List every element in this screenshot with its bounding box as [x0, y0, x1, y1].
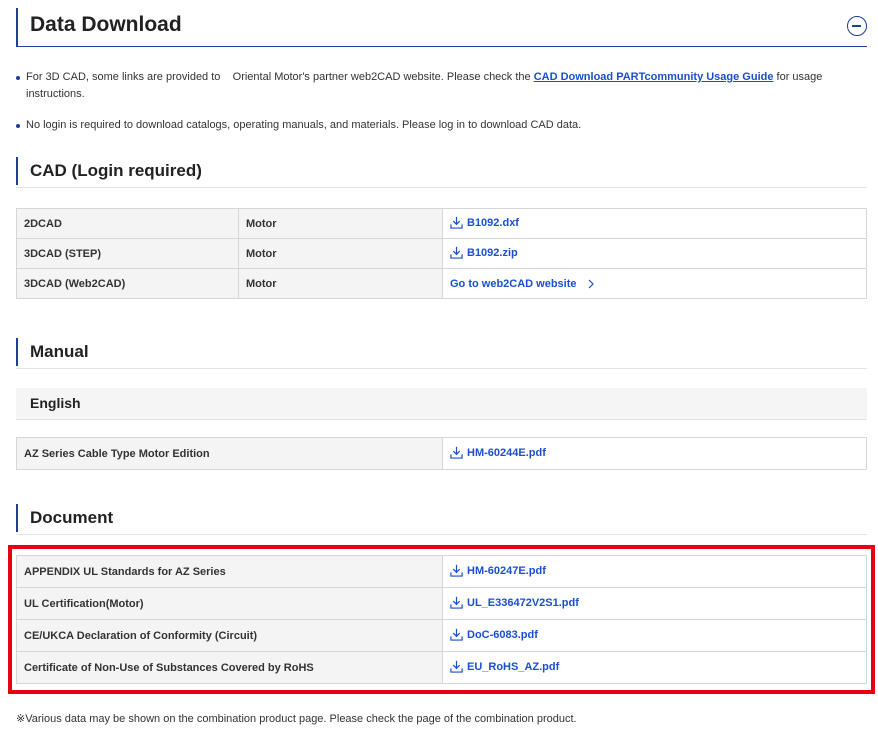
- download-link-label: B1092.zip: [467, 247, 518, 260]
- note-text: No login is required to download catalog…: [26, 119, 582, 131]
- section-accent-bar: [16, 157, 18, 185]
- cad-usage-guide-link[interactable]: CAD Download PARTcommunity Usage Guide: [534, 71, 774, 83]
- cad-type-cell: 3DCAD (Web2CAD): [16, 268, 239, 299]
- manual-section-heading: Manual: [16, 338, 867, 369]
- document-name-cell: CE/UKCA Declaration of Conformity (Circu…: [16, 619, 443, 652]
- document-table: APPENDIX UL Standards for AZ Series HM-6…: [16, 555, 867, 684]
- cad-section-heading: CAD (Login required): [16, 157, 867, 188]
- download-icon: [450, 564, 463, 577]
- table-row: UL Certification(Motor) UL_E336472V2S1.p…: [16, 587, 867, 620]
- download-link[interactable]: B1092.dxf: [450, 216, 519, 230]
- page-title: Data Download: [30, 13, 182, 36]
- note-text-before: For 3D CAD, some links are provided to O…: [26, 71, 534, 83]
- document-name-cell: APPENDIX UL Standards for AZ Series: [16, 555, 443, 588]
- document-name-cell: UL Certification(Motor): [16, 587, 443, 620]
- section-accent-bar: [16, 338, 18, 366]
- table-row: AZ Series Cable Type Motor Edition HM-60…: [16, 437, 867, 470]
- download-icon: [450, 660, 463, 673]
- cad-type-cell: 3DCAD (STEP): [16, 238, 239, 269]
- download-link-label: UL_E336472V2S1.pdf: [467, 597, 579, 610]
- document-section-title: Document: [30, 508, 114, 527]
- cad-target-cell: Motor: [238, 238, 443, 269]
- download-link[interactable]: HM-60244E.pdf: [450, 446, 546, 460]
- manual-name-cell: AZ Series Cable Type Motor Edition: [16, 437, 443, 470]
- cad-section-title: CAD (Login required): [30, 161, 202, 180]
- login-note: No login is required to download catalog…: [16, 117, 836, 134]
- table-row: 3DCAD (Web2CAD) Motor Go to web2CAD webs…: [16, 268, 867, 299]
- language-label: English: [30, 395, 81, 411]
- document-section-heading: Document: [16, 504, 867, 535]
- bullet-icon: [16, 76, 20, 80]
- download-icon: [450, 446, 463, 459]
- cad-target-cell: Motor: [238, 268, 443, 299]
- download-link-label: HM-60247E.pdf: [467, 565, 546, 578]
- footnote: ※Various data may be shown on the combin…: [16, 713, 577, 725]
- bullet-icon: [16, 124, 20, 128]
- table-row: CE/UKCA Declaration of Conformity (Circu…: [16, 619, 867, 652]
- chevron-right-icon: [588, 279, 594, 289]
- cad-type-cell: 2DCAD: [16, 208, 239, 239]
- table-row: 3DCAD (STEP) Motor B1092.zip: [16, 238, 867, 269]
- manual-table: AZ Series Cable Type Motor Edition HM-60…: [16, 437, 867, 470]
- document-name-cell: Certificate of Non-Use of Substances Cov…: [16, 651, 443, 684]
- download-link-label: EU_RoHS_AZ.pdf: [467, 661, 560, 674]
- download-link[interactable]: DoC-6083.pdf: [450, 628, 538, 642]
- header-accent-bar: [16, 8, 18, 46]
- cad-note: For 3D CAD, some links are provided to O…: [16, 69, 836, 103]
- table-row: APPENDIX UL Standards for AZ Series HM-6…: [16, 555, 867, 588]
- download-link[interactable]: HM-60247E.pdf: [450, 564, 546, 578]
- download-icon: [450, 628, 463, 641]
- web2cad-link-label: Go to web2CAD website: [450, 277, 577, 290]
- data-download-header: Data Download: [16, 8, 867, 47]
- download-link-label: B1092.dxf: [467, 217, 519, 230]
- download-link[interactable]: B1092.zip: [450, 246, 518, 260]
- web2cad-link[interactable]: Go to web2CAD website: [450, 278, 595, 290]
- table-row: Certificate of Non-Use of Substances Cov…: [16, 651, 867, 684]
- download-icon: [450, 246, 463, 259]
- download-link-label: DoC-6083.pdf: [467, 629, 538, 642]
- language-subheading: English: [16, 388, 867, 420]
- manual-section-title: Manual: [30, 342, 89, 361]
- download-icon: [450, 216, 463, 229]
- minus-circle-icon[interactable]: [847, 16, 867, 36]
- cad-table: 2DCAD Motor B1092.dxf 3DCAD (STEP) Motor…: [16, 208, 867, 299]
- download-link[interactable]: UL_E336472V2S1.pdf: [450, 596, 579, 610]
- section-accent-bar: [16, 504, 18, 532]
- table-row: 2DCAD Motor B1092.dxf: [16, 208, 867, 239]
- download-link[interactable]: EU_RoHS_AZ.pdf: [450, 660, 560, 674]
- download-link-label: HM-60244E.pdf: [467, 447, 546, 460]
- download-icon: [450, 596, 463, 609]
- cad-target-cell: Motor: [238, 208, 443, 239]
